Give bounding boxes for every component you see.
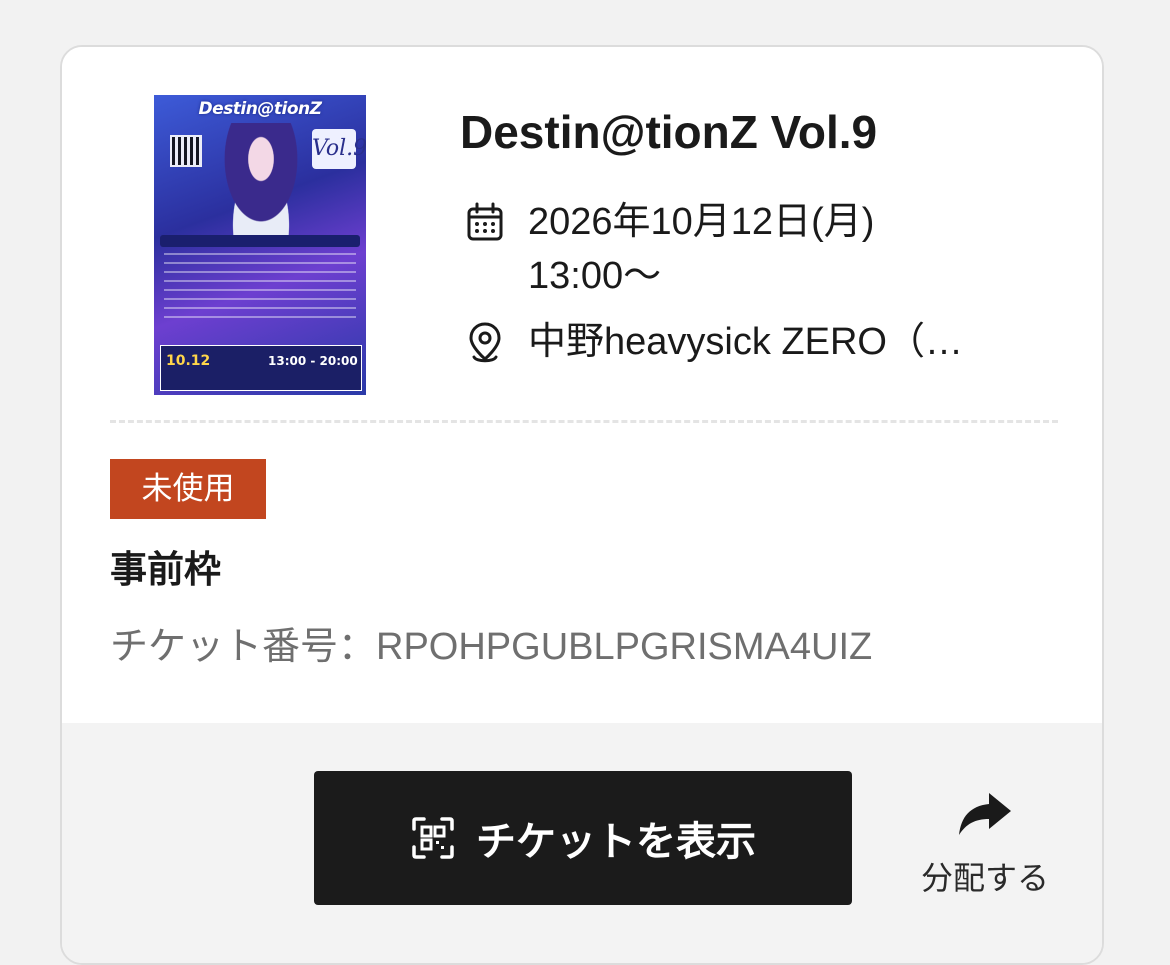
poster-volume: Vol.9 (312, 129, 366, 169)
event-poster[interactable]: Destin@tionZ Vol.9 10.12 13:00 - 20:00 (154, 95, 366, 395)
ticket-card-body: Destin@tionZ Vol.9 10.12 13:00 - 20:00 D… (62, 47, 1102, 723)
event-date-row: 2026年10月12日(月) 13:00〜 (466, 195, 874, 303)
share-arrow-icon (959, 793, 1011, 835)
show-ticket-button[interactable]: チケットを表示 (314, 771, 852, 905)
event-venue-row: 中野heavysick ZERO（… (466, 315, 963, 369)
event-venue: 中野heavysick ZERO（… (528, 321, 963, 363)
poster-lineup (164, 253, 356, 325)
poster-character (212, 123, 310, 243)
ticket-card: Destin@tionZ Vol.9 10.12 13:00 - 20:00 D… (60, 45, 1104, 965)
poster-time: 13:00 - 20:00 (268, 354, 358, 368)
dashed-divider (110, 420, 1058, 423)
event-title: Destin@tionZ Vol.9 (460, 106, 878, 158)
event-date: 2026年10月12日(月) 13:00〜 (528, 195, 874, 303)
ticket-number: チケット番号：RPOHPGUBLPGRISMA4UIZ (110, 626, 873, 668)
poster-qr-code (170, 135, 202, 167)
event-time-line: 13:00〜 (528, 255, 662, 297)
status-badge: 未使用 (110, 459, 266, 519)
show-ticket-label: チケットを表示 (476, 819, 756, 865)
calendar-icon (467, 202, 503, 241)
map-pin-icon (469, 322, 501, 363)
poster-title: Destin@tionZ (198, 99, 322, 119)
ticket-tier: 事前枠 (110, 548, 221, 591)
qr-code-icon (412, 817, 454, 859)
share-label: 分配する (920, 859, 1049, 897)
event-date-line: 2026年10月12日(月) (528, 201, 875, 243)
share-button[interactable]: 分配する (910, 787, 1060, 897)
poster-guest-band (160, 235, 360, 247)
poster-date: 10.12 (166, 353, 211, 369)
